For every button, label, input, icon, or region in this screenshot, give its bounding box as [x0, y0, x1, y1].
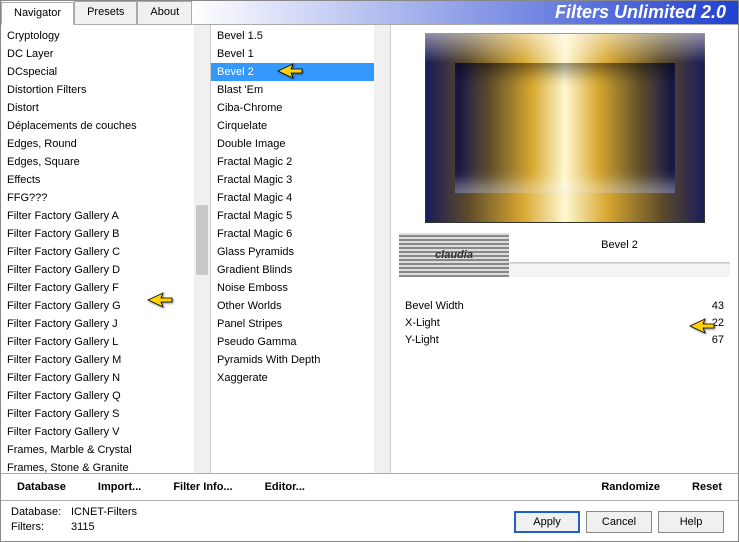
cancel-button[interactable]: Cancel [586, 511, 652, 533]
list-item[interactable]: Ciba-Chrome [211, 99, 374, 117]
list-item[interactable]: Pyramids With Depth [211, 351, 374, 369]
list-item[interactable]: Xaggerate [211, 369, 374, 387]
divider [509, 263, 730, 277]
preview-panel: claudia Bevel 2 Bevel Width43X-Light22Y-… [391, 25, 738, 473]
parameter-label: X-Light [405, 317, 694, 329]
list-item[interactable]: Filter Factory Gallery S [1, 405, 194, 423]
list-item[interactable]: Filter Factory Gallery F [1, 279, 194, 297]
list-item[interactable]: Panel Stripes [211, 315, 374, 333]
list-item[interactable]: Filter Factory Gallery L [1, 333, 194, 351]
parameter-row[interactable]: Bevel Width43 [399, 297, 730, 314]
list-item[interactable]: Filter Factory Gallery C [1, 243, 194, 261]
filter-panel: Bevel 1.5Bevel 1Bevel 2Blast 'EmCiba-Chr… [211, 25, 391, 473]
list-item[interactable]: Bevel 1 [211, 45, 374, 63]
filter-list[interactable]: Bevel 1.5Bevel 1Bevel 2Blast 'EmCiba-Chr… [211, 25, 374, 473]
list-item[interactable]: Pseudo Gamma [211, 333, 374, 351]
list-item[interactable]: Filter Factory Gallery B [1, 225, 194, 243]
reset-button[interactable]: Reset [676, 474, 738, 500]
list-item[interactable]: DC Layer [1, 45, 194, 63]
dialog-buttons: Apply Cancel Help [514, 511, 724, 533]
tab-navigator[interactable]: Navigator [1, 2, 74, 25]
list-item[interactable]: Noise Emboss [211, 279, 374, 297]
list-item[interactable]: Filter Factory Gallery D [1, 261, 194, 279]
list-item[interactable]: Fractal Magic 4 [211, 189, 374, 207]
category-panel: CryptologyDC LayerDCspecialDistortion Fi… [1, 25, 211, 473]
database-button[interactable]: Database [1, 474, 82, 500]
list-item[interactable]: Blast 'Em [211, 81, 374, 99]
apply-button[interactable]: Apply [514, 511, 580, 533]
preview-image [425, 33, 705, 223]
parameter-value: 67 [694, 334, 724, 346]
list-item[interactable]: Frames, Marble & Crystal [1, 441, 194, 459]
list-item[interactable]: Déplacements de couches [1, 117, 194, 135]
editor-button[interactable]: Editor... [249, 474, 321, 500]
list-item[interactable]: Distortion Filters [1, 81, 194, 99]
list-item[interactable]: Filter Factory Gallery A [1, 207, 194, 225]
filter-info-button[interactable]: Filter Info... [157, 474, 248, 500]
tab-bar: Navigator Presets About [1, 1, 192, 24]
scroll-thumb[interactable] [196, 205, 208, 275]
header: Navigator Presets About Filters Unlimite… [1, 1, 738, 25]
list-item[interactable]: Bevel 2 [211, 63, 374, 81]
list-item[interactable]: Fractal Magic 6 [211, 225, 374, 243]
list-item[interactable]: Glass Pyramids [211, 243, 374, 261]
list-item[interactable]: Bevel 1.5 [211, 27, 374, 45]
list-item[interactable]: Filter Factory Gallery Q [1, 387, 194, 405]
watermark: claudia [399, 233, 509, 277]
list-item[interactable]: Frames, Stone & Granite [1, 459, 194, 473]
app-title: Filters Unlimited 2.0 [192, 1, 738, 24]
list-item[interactable]: Filter Factory Gallery G [1, 297, 194, 315]
parameter-label: Y-Light [405, 334, 694, 346]
list-item[interactable]: Filter Factory Gallery J [1, 315, 194, 333]
status-filters-value: 3115 [71, 520, 95, 535]
status-filters-label: Filters: [11, 520, 71, 535]
status-db-label: Database: [11, 505, 71, 520]
filter-scrollbar[interactable] [374, 25, 390, 473]
list-item[interactable]: Effects [1, 171, 194, 189]
list-item[interactable]: Other Worlds [211, 297, 374, 315]
parameter-row[interactable]: X-Light22 [399, 314, 730, 331]
list-item[interactable]: Edges, Round [1, 135, 194, 153]
list-item[interactable]: Fractal Magic 2 [211, 153, 374, 171]
tab-about[interactable]: About [137, 1, 192, 24]
category-list[interactable]: CryptologyDC LayerDCspecialDistortion Fi… [1, 25, 194, 473]
randomize-button[interactable]: Randomize [585, 474, 676, 500]
tab-presets[interactable]: Presets [74, 1, 137, 24]
main-area: CryptologyDC LayerDCspecialDistortion Fi… [1, 25, 738, 473]
status-db-value: ICNET-Filters [71, 505, 137, 520]
list-item[interactable]: Distort [1, 99, 194, 117]
toolbar: Database Import... Filter Info... Editor… [1, 473, 738, 501]
list-item[interactable]: Gradient Blinds [211, 261, 374, 279]
list-item[interactable]: Double Image [211, 135, 374, 153]
category-scrollbar[interactable] [194, 25, 210, 473]
filter-name-label: Bevel 2 [509, 233, 730, 263]
list-item[interactable]: Filter Factory Gallery M [1, 351, 194, 369]
list-item[interactable]: DCspecial [1, 63, 194, 81]
parameter-value: 22 [694, 317, 724, 329]
list-item[interactable]: Cryptology [1, 27, 194, 45]
parameter-row[interactable]: Y-Light67 [399, 331, 730, 348]
parameter-value: 43 [694, 300, 724, 312]
list-item[interactable]: Edges, Square [1, 153, 194, 171]
list-item[interactable]: FFG??? [1, 189, 194, 207]
filter-title-row: claudia Bevel 2 [399, 233, 730, 277]
parameter-label: Bevel Width [405, 300, 694, 312]
parameter-list: Bevel Width43X-Light22Y-Light67 [399, 297, 730, 348]
list-item[interactable]: Filter Factory Gallery V [1, 423, 194, 441]
list-item[interactable]: Fractal Magic 3 [211, 171, 374, 189]
import-button[interactable]: Import... [82, 474, 157, 500]
list-item[interactable]: Fractal Magic 5 [211, 207, 374, 225]
list-item[interactable]: Cirquelate [211, 117, 374, 135]
help-button[interactable]: Help [658, 511, 724, 533]
list-item[interactable]: Filter Factory Gallery N [1, 369, 194, 387]
